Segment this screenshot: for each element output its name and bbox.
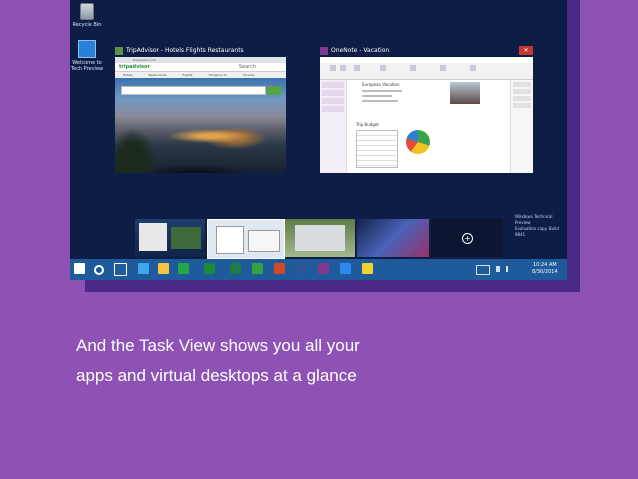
search-icon[interactable]: [94, 265, 104, 275]
desktop-thumbnail[interactable]: [135, 219, 205, 257]
watermark-line-1: Windows Technical Preview: [515, 214, 553, 225]
desktop-thumbnail[interactable]: [357, 219, 429, 257]
note-text-line: [362, 90, 402, 92]
caption-line-1: And the Task View shows you all your: [76, 336, 360, 355]
sticky-notes-icon[interactable]: [362, 263, 373, 274]
onenote-page: European Vacation Trip Budget: [320, 57, 533, 173]
powerpoint-icon[interactable]: [274, 263, 285, 274]
virtual-desktops-strip: + Windows Technical Preview Evaluation c…: [131, 214, 567, 259]
welcome-shortcut[interactable]: Welcome to Tech Preview: [70, 40, 107, 72]
notifications-icon[interactable]: [496, 266, 500, 272]
onenote-section-list: [320, 80, 347, 173]
city-photo: [115, 78, 286, 173]
tripadvisor-window-title: TripAdvisor - Hotels Flights Restaurants: [126, 47, 244, 54]
section-item[interactable]: [322, 106, 344, 112]
onenote-window-titlebar[interactable]: OneNote - Vacation ✕: [320, 45, 533, 56]
note-photo: [450, 82, 480, 104]
network-icon[interactable]: [506, 266, 516, 272]
note-canvas: European Vacation Trip Budget: [350, 82, 507, 173]
hero-search-input[interactable]: [121, 86, 266, 95]
clock-time: 10:24 AM: [532, 262, 557, 268]
page-item[interactable]: [513, 89, 531, 94]
note-text-line: [362, 100, 398, 102]
build-watermark: Windows Technical Preview Evaluation cop…: [515, 214, 567, 238]
windows-logo-icon: [78, 40, 96, 58]
desktop-thumbnail[interactable]: [285, 219, 355, 257]
tripadvisor-window[interactable]: TripAdvisor - Hotels Flights Restaurants…: [115, 45, 286, 177]
section-item[interactable]: [322, 90, 344, 96]
plus-icon: +: [462, 233, 473, 244]
taskbar: 10:24 AM 8/30/2014: [70, 259, 567, 280]
caption-line-2: apps and virtual desktops at a glance: [76, 366, 357, 385]
xbox-icon[interactable]: [204, 263, 215, 274]
ribbon-button[interactable]: [440, 65, 446, 71]
desktop-thumbnail[interactable]: [207, 219, 285, 259]
site-search-hint[interactable]: Search: [239, 63, 256, 71]
file-explorer-icon[interactable]: [158, 263, 169, 274]
start-icon[interactable]: [74, 263, 85, 274]
onenote-page-list: [510, 80, 533, 173]
onenote-icon: [320, 46, 328, 55]
ribbon-button[interactable]: [410, 65, 416, 71]
tripadvisor-page: tripadvisor.com tripadvisor Search Hotel…: [115, 57, 286, 173]
recycle-bin-label: Recycle Bin: [72, 22, 102, 28]
tripadvisor-header: tripadvisor Search: [115, 63, 286, 72]
onenote-window-title: OneNote - Vacation: [331, 47, 390, 54]
recycle-bin[interactable]: Recycle Bin: [70, 3, 107, 28]
note-text-line: [362, 95, 392, 97]
onenote-taskbar-icon[interactable]: [318, 263, 329, 274]
internet-explorer-icon[interactable]: [138, 263, 149, 274]
recycle-bin-icon: [80, 3, 94, 20]
budget-pie-chart: [406, 130, 430, 154]
page-item[interactable]: [513, 82, 531, 87]
ribbon-button[interactable]: [340, 65, 346, 71]
budget-table: [356, 130, 398, 168]
tripadvisor-window-titlebar[interactable]: TripAdvisor - Hotels Flights Restaurants: [115, 45, 286, 56]
photos-icon[interactable]: [340, 263, 351, 274]
ribbon-button[interactable]: [380, 65, 386, 71]
close-icon[interactable]: ✕: [519, 46, 533, 55]
ribbon-button[interactable]: [330, 65, 336, 71]
section-item[interactable]: [322, 82, 344, 88]
clock[interactable]: 10:24 AM 8/30/2014: [532, 262, 558, 276]
welcome-shortcut-label: Welcome to Tech Preview: [70, 60, 104, 72]
budget-heading: Trip Budget: [356, 122, 379, 127]
watermark-line-2: Evaluation copy. Build 9841: [515, 226, 559, 237]
ribbon-button[interactable]: [354, 65, 360, 71]
word-icon[interactable]: [296, 263, 307, 274]
page-item[interactable]: [513, 103, 531, 108]
excel-icon[interactable]: [230, 263, 241, 274]
add-desktop-button[interactable]: +: [431, 219, 503, 257]
address-text: tripadvisor.com: [133, 58, 157, 62]
clock-date: 8/30/2014: [532, 269, 558, 275]
tripadvisor-icon: [115, 46, 123, 55]
project-icon[interactable]: [252, 263, 263, 274]
desktop-screenshot: Recycle Bin Welcome to Tech Preview Trip…: [70, 0, 567, 280]
onenote-window[interactable]: OneNote - Vacation ✕ European Vacation T…: [320, 45, 533, 177]
hero-search-button[interactable]: [267, 86, 281, 95]
store-icon[interactable]: [178, 263, 189, 274]
note-heading: European Vacation: [362, 82, 400, 87]
page-item[interactable]: [513, 96, 531, 101]
task-view-icon[interactable]: [114, 263, 127, 276]
ribbon-button[interactable]: [470, 65, 476, 71]
keyboard-icon[interactable]: [476, 265, 490, 275]
section-item[interactable]: [322, 98, 344, 104]
tripadvisor-logo[interactable]: tripadvisor: [119, 63, 150, 71]
onenote-ribbon: [320, 57, 533, 80]
